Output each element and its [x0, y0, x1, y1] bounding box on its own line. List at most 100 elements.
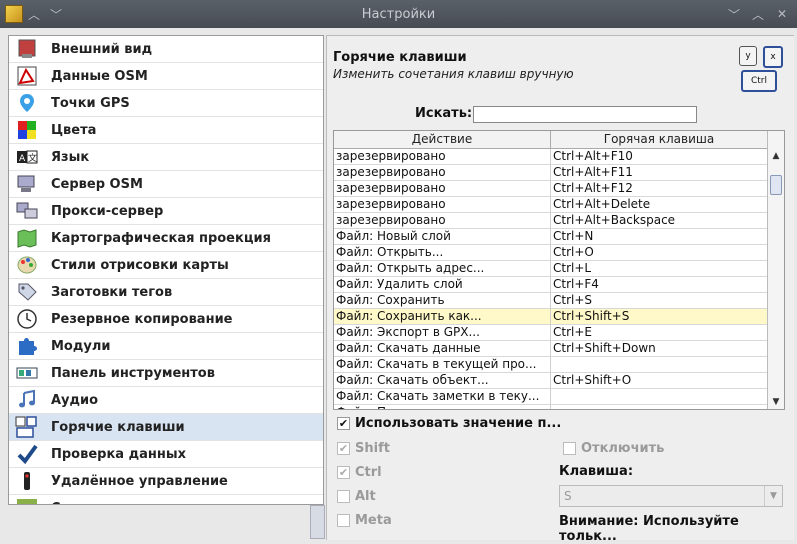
shortcut-cell[interactable]: Ctrl+Shift+O — [551, 373, 768, 389]
action-cell[interactable]: Файл: Скачать данные — [334, 341, 551, 357]
table-row[interactable]: Файл: Удалить слой Ctrl+F4 — [334, 277, 768, 293]
sidebar-item[interactable]: Панель инструментов — [9, 360, 323, 387]
meta-checkbox[interactable]: Meta — [337, 513, 392, 528]
table-scrollbar[interactable]: ▲ ▼ — [767, 131, 784, 409]
grid-icon — [15, 497, 39, 504]
table-row[interactable]: Файл: Скачать заметки в теку... — [334, 389, 768, 405]
sidebar-item[interactable]: A 文 Язык — [9, 144, 323, 171]
sidebar-item[interactable]: Данные OSM — [9, 63, 323, 90]
table-row[interactable]: зарезервировано Ctrl+Alt+F12 — [334, 181, 768, 197]
title-bar: ︿ ﹀ Настройки ﹀ ︿ ✕ — [0, 0, 797, 28]
table-row[interactable]: Файл: Скачать данные Ctrl+Shift+Down — [334, 341, 768, 357]
scroll-thumb[interactable] — [770, 175, 782, 195]
action-cell[interactable]: Файл: Сохранить как... — [334, 309, 551, 325]
alt-checkbox[interactable]: Alt — [337, 489, 376, 504]
action-cell[interactable]: Файл: Открыть... — [334, 245, 551, 261]
shortcut-cell[interactable] — [551, 357, 768, 373]
chevron-up-icon[interactable]: ︿ — [23, 3, 45, 25]
meta-box[interactable] — [337, 514, 350, 527]
sidebar-item[interactable]: Проверка данных — [9, 441, 323, 468]
table-row[interactable]: Файл: Скачать в текущей про... — [334, 357, 768, 373]
action-cell[interactable]: зарезервировано — [334, 197, 551, 213]
alt-box[interactable] — [337, 490, 350, 503]
action-cell[interactable]: Файл: П... — [334, 405, 551, 409]
sidebar-item-label: Резервное копирование — [51, 311, 233, 327]
sidebar-item[interactable]: Точки GPS — [9, 90, 323, 117]
shortcut-cell[interactable]: Ctrl+Alt+F12 — [551, 181, 768, 197]
shortcut-cell[interactable]: Ctrl+S — [551, 293, 768, 309]
shift-box[interactable]: ✔ — [337, 442, 350, 455]
disable-checkbox[interactable]: Отключить — [563, 441, 664, 456]
table-row[interactable]: Файл: Сохранить как... Ctrl+Shift+S — [334, 309, 768, 325]
action-cell[interactable]: зарезервировано — [334, 165, 551, 181]
table-row[interactable]: Файл: П... — [334, 405, 768, 409]
sidebar-item[interactable]: Цвета — [9, 117, 323, 144]
shortcut-cell[interactable]: Ctrl+Alt+Backspace — [551, 213, 768, 229]
scroll-up-icon[interactable]: ▲ — [768, 149, 784, 163]
shortcut-cell[interactable]: Ctrl+Shift+S — [551, 309, 768, 325]
table-row[interactable]: зарезервировано Ctrl+Alt+Backspace — [334, 213, 768, 229]
shortcut-cell[interactable] — [551, 405, 768, 409]
chevron-down-icon[interactable]: ﹀ — [45, 3, 67, 25]
sidebar-item[interactable]: Сервер OSM — [9, 171, 323, 198]
column-header-action[interactable]: Действие — [334, 131, 551, 149]
minimize-button[interactable]: ﹀ — [723, 3, 745, 25]
action-cell[interactable]: Файл: Экспорт в GPX... — [334, 325, 551, 341]
sidebar-scrollbar[interactable] — [310, 505, 325, 539]
ctrl-checkbox[interactable]: ✔ Ctrl — [337, 465, 382, 480]
action-cell[interactable]: Файл: Сохранить — [334, 293, 551, 309]
disable-box[interactable] — [563, 442, 576, 455]
shortcut-cell[interactable]: Ctrl+E — [551, 325, 768, 341]
clock-icon — [15, 308, 39, 330]
use-value-checkbox[interactable]: ✔ Использовать значение п... — [337, 416, 561, 431]
action-cell[interactable]: Файл: Скачать заметки в теку... — [334, 389, 551, 405]
sidebar-item[interactable]: Удалённое управление — [9, 468, 323, 495]
sidebar-item[interactable]: Картографическая проекция — [9, 225, 323, 252]
table-row[interactable]: Файл: Новый слой Ctrl+N — [334, 229, 768, 245]
shift-checkbox[interactable]: ✔ Shift — [337, 441, 390, 456]
sidebar-item[interactable]: Сеть — [9, 495, 323, 504]
shortcut-cell[interactable]: Ctrl+O — [551, 245, 768, 261]
shortcut-cell[interactable]: Ctrl+L — [551, 261, 768, 277]
table-row[interactable]: Файл: Экспорт в GPX... Ctrl+E — [334, 325, 768, 341]
sidebar-item[interactable]: Заготовки тегов — [9, 279, 323, 306]
sidebar-item[interactable]: Прокси-сервер — [9, 198, 323, 225]
search-input[interactable] — [473, 106, 697, 123]
shortcut-cell[interactable]: Ctrl+Alt+F11 — [551, 165, 768, 181]
maximize-button[interactable]: ︿ — [747, 3, 769, 25]
scroll-down-icon[interactable]: ▼ — [768, 395, 784, 409]
column-header-shortcut[interactable]: Горячая клавиша — [551, 131, 768, 149]
table-row[interactable]: Файл: Открыть... Ctrl+O — [334, 245, 768, 261]
sidebar-item[interactable]: Аудио — [9, 387, 323, 414]
shortcut-cell[interactable]: Ctrl+Alt+F10 — [551, 149, 768, 165]
use-value-box[interactable]: ✔ — [337, 417, 350, 430]
action-cell[interactable]: зарезервировано — [334, 181, 551, 197]
shortcut-cell[interactable]: Ctrl+N — [551, 229, 768, 245]
table-row[interactable]: зарезервировано Ctrl+Alt+Delete — [334, 197, 768, 213]
sidebar-item[interactable]: Резервное копирование — [9, 306, 323, 333]
sidebar-item[interactable]: Горячие клавиши — [9, 414, 323, 441]
action-cell[interactable]: Файл: Скачать объект... — [334, 373, 551, 389]
shortcut-cell[interactable] — [551, 389, 768, 405]
sidebar-item[interactable]: Стили отрисовки карты — [9, 252, 323, 279]
dropdown-arrow-icon[interactable]: ▼ — [764, 486, 782, 506]
key-select[interactable]: S ▼ — [559, 485, 783, 507]
table-row[interactable]: зарезервировано Ctrl+Alt+F11 — [334, 165, 768, 181]
close-button[interactable]: ✕ — [771, 3, 793, 25]
sidebar-item[interactable]: Модули — [9, 333, 323, 360]
action-cell[interactable]: Файл: Открыть адрес... — [334, 261, 551, 277]
sidebar-item[interactable]: Внешний вид — [9, 36, 323, 63]
table-row[interactable]: зарезервировано Ctrl+Alt+F10 — [334, 149, 768, 165]
ctrl-box[interactable]: ✔ — [337, 466, 350, 479]
action-cell[interactable]: зарезервировано — [334, 149, 551, 165]
shortcut-cell[interactable]: Ctrl+F4 — [551, 277, 768, 293]
shortcut-cell[interactable]: Ctrl+Shift+Down — [551, 341, 768, 357]
table-row[interactable]: Файл: Сохранить Ctrl+S — [334, 293, 768, 309]
action-cell[interactable]: Файл: Скачать в текущей про... — [334, 357, 551, 373]
table-row[interactable]: Файл: Скачать объект... Ctrl+Shift+O — [334, 373, 768, 389]
shortcut-cell[interactable]: Ctrl+Alt+Delete — [551, 197, 768, 213]
action-cell[interactable]: Файл: Новый слой — [334, 229, 551, 245]
action-cell[interactable]: Файл: Удалить слой — [334, 277, 551, 293]
table-row[interactable]: Файл: Открыть адрес... Ctrl+L — [334, 261, 768, 277]
action-cell[interactable]: зарезервировано — [334, 213, 551, 229]
